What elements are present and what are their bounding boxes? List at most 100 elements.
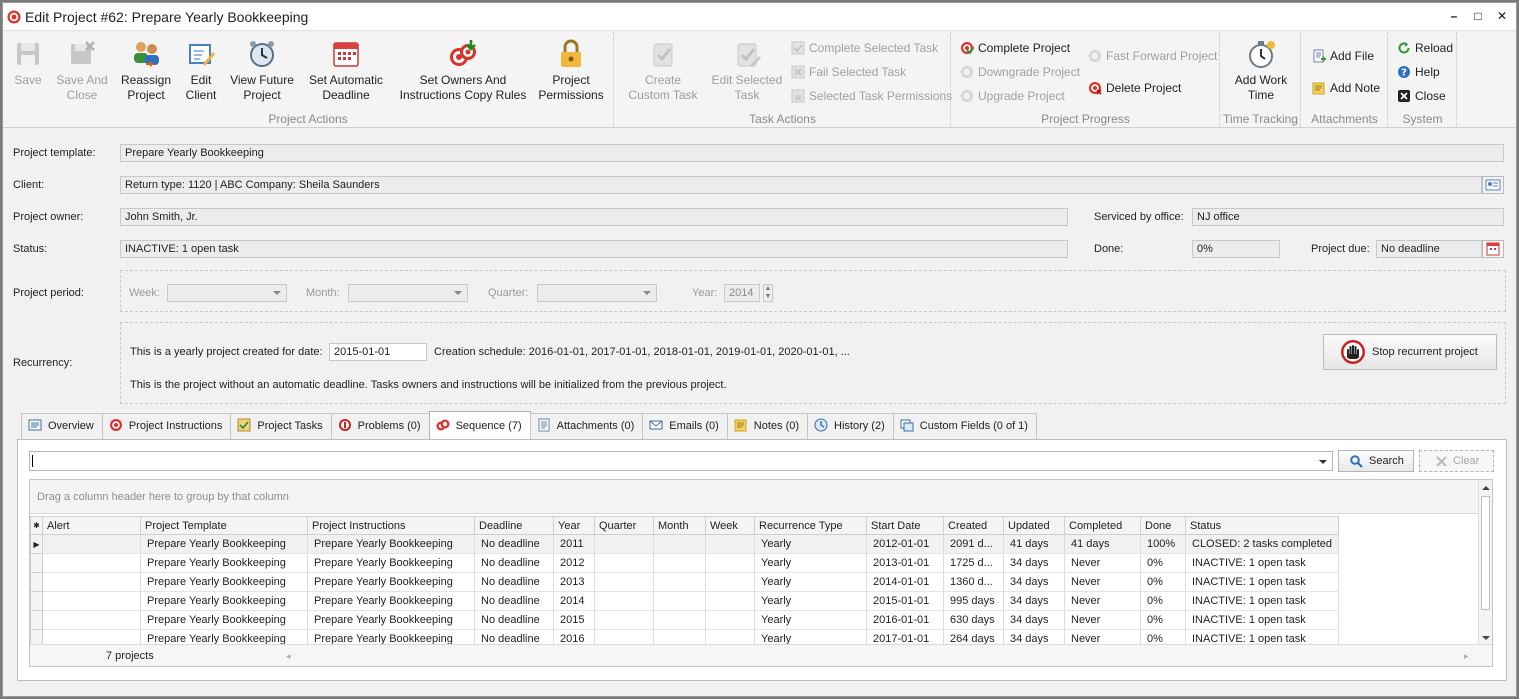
project-due-field[interactable]: No deadline bbox=[1376, 240, 1482, 258]
help-button[interactable]: ? Help bbox=[1397, 63, 1440, 81]
dropdown-arrow-icon[interactable] bbox=[1319, 460, 1327, 464]
tab-attachments[interactable]: Attachments (0) bbox=[529, 413, 644, 439]
scroll-down-arrow-icon[interactable] bbox=[1482, 636, 1490, 640]
clear-button[interactable]: Clear bbox=[1419, 450, 1494, 472]
column-header-alert[interactable]: Alert bbox=[42, 516, 141, 535]
cell-status: INACTIVE: 1 open task bbox=[1185, 553, 1340, 573]
project-template-field[interactable]: Prepare Yearly Bookkeeping bbox=[120, 144, 1504, 162]
column-header-year[interactable]: Year bbox=[553, 516, 595, 535]
column-header-recurrence-type[interactable]: Recurrence Type bbox=[754, 516, 867, 535]
grid-vertical-scrollbar[interactable] bbox=[1478, 480, 1492, 646]
cell-alert bbox=[42, 553, 141, 573]
delete-project-button[interactable]: Delete Project bbox=[1088, 79, 1181, 97]
scroll-left-arrow-icon[interactable]: ◂ bbox=[286, 645, 291, 666]
recurrency-date-field[interactable]: 2015-01-01 bbox=[329, 343, 427, 361]
add-file-button[interactable]: Add File bbox=[1312, 47, 1374, 65]
close-window-button[interactable]: ✕ bbox=[1496, 9, 1508, 23]
tab-project-instructions[interactable]: Project Instructions bbox=[101, 413, 232, 439]
add-work-time-button[interactable]: Add Work Time bbox=[1227, 38, 1295, 103]
tab-emails[interactable]: Emails (0) bbox=[642, 413, 728, 439]
task-actions-group: Create Custom Task Edit Selected Task Co… bbox=[615, 32, 952, 128]
reassign-project-button[interactable]: Reassign Project bbox=[117, 38, 175, 103]
cell-quarter bbox=[594, 553, 654, 573]
upgrade-project-button[interactable]: Upgrade Project bbox=[960, 87, 1065, 105]
column-header-completed[interactable]: Completed bbox=[1064, 516, 1141, 535]
close-button[interactable]: Close bbox=[1397, 87, 1446, 105]
column-header-status[interactable]: Status bbox=[1184, 516, 1340, 535]
column-header-project-template[interactable]: Project Template bbox=[140, 516, 308, 535]
row-indicator[interactable] bbox=[30, 591, 43, 611]
edit-selected-task-button[interactable]: Edit Selected Task bbox=[707, 38, 787, 103]
table-row[interactable]: Prepare Yearly Bookkeeping Prepare Yearl… bbox=[30, 610, 1340, 630]
month-select[interactable] bbox=[348, 284, 468, 302]
cell-updated: 41 days bbox=[1003, 534, 1065, 554]
project-permissions-button[interactable]: Project Permissions bbox=[535, 38, 607, 103]
selected-task-permissions-button[interactable]: Selected Task Permissions bbox=[791, 87, 952, 105]
column-header-quarter[interactable]: Quarter bbox=[594, 516, 654, 535]
save-and-close-button[interactable]: Save And Close bbox=[53, 38, 111, 103]
row-indicator[interactable] bbox=[30, 553, 43, 573]
tab-sequence[interactable]: Sequence (7) bbox=[428, 411, 531, 439]
column-header-month[interactable]: Month bbox=[653, 516, 706, 535]
serviced-by-office-field[interactable]: NJ office bbox=[1192, 208, 1504, 226]
target-icon bbox=[109, 419, 122, 431]
complete-project-button[interactable]: Complete Project bbox=[960, 39, 1070, 57]
tab-project-tasks[interactable]: Project Tasks bbox=[230, 413, 332, 439]
tab-history[interactable]: History (2) bbox=[807, 413, 894, 439]
project-owner-field[interactable]: John Smith, Jr. bbox=[120, 208, 1068, 226]
search-input[interactable] bbox=[29, 451, 1333, 471]
row-indicator[interactable] bbox=[30, 572, 43, 592]
column-header-updated[interactable]: Updated bbox=[1003, 516, 1065, 535]
group-by-panel[interactable]: Drag a column header here to group by th… bbox=[30, 480, 1492, 514]
stop-recurrent-project-button[interactable]: Stop recurrent project bbox=[1323, 334, 1497, 370]
add-note-button[interactable]: Add Note bbox=[1312, 79, 1380, 97]
tab-custom-fields[interactable]: Custom Fields (0 of 1) bbox=[892, 413, 1037, 439]
column-header-deadline[interactable]: Deadline bbox=[474, 516, 554, 535]
scroll-thumb[interactable] bbox=[1481, 496, 1490, 610]
create-custom-task-button[interactable]: Create Custom Task bbox=[623, 38, 703, 103]
column-header-project-instructions[interactable]: Project Instructions bbox=[307, 516, 475, 535]
edit-client-button[interactable]: Edit Client bbox=[179, 38, 223, 103]
set-owners-copy-rules-button[interactable]: Set Owners And Instructions Copy Rules bbox=[397, 38, 529, 103]
maximize-button[interactable]: □ bbox=[1472, 9, 1484, 23]
year-spinner[interactable]: ▲ ▼ bbox=[763, 284, 773, 302]
tab-overview[interactable]: Overview bbox=[21, 413, 103, 439]
table-row[interactable]: ▶ Prepare Yearly Bookkeeping Prepare Yea… bbox=[30, 534, 1340, 554]
downgrade-project-button[interactable]: Downgrade Project bbox=[960, 63, 1080, 81]
table-row[interactable]: Prepare Yearly Bookkeeping Prepare Yearl… bbox=[30, 553, 1340, 573]
quarter-select[interactable] bbox=[537, 284, 657, 302]
fail-selected-task-button[interactable]: Fail Selected Task bbox=[791, 63, 906, 81]
stopwatch-icon bbox=[1249, 41, 1275, 68]
fast-forward-project-button[interactable]: Fast Forward Project bbox=[1088, 47, 1217, 65]
target-complete-icon bbox=[961, 42, 974, 55]
status-label: Status: bbox=[13, 243, 48, 255]
column-header-start-date[interactable]: Start Date bbox=[866, 516, 944, 535]
cell-done: 0% bbox=[1140, 591, 1186, 611]
client-field[interactable]: Return type: 1120 | ABC Company: Sheila … bbox=[120, 176, 1482, 194]
row-indicator[interactable]: ▶ bbox=[30, 534, 43, 554]
client-card-button[interactable] bbox=[1482, 176, 1504, 194]
search-button[interactable]: Search bbox=[1338, 450, 1414, 472]
view-future-project-button[interactable]: View Future Project bbox=[227, 38, 297, 103]
cell-done: 0% bbox=[1140, 610, 1186, 630]
reload-button[interactable]: Reload bbox=[1397, 39, 1453, 57]
column-header-done[interactable]: Done bbox=[1140, 516, 1186, 535]
table-row[interactable]: Prepare Yearly Bookkeeping Prepare Yearl… bbox=[30, 572, 1340, 592]
scroll-up-arrow-icon[interactable] bbox=[1482, 486, 1490, 490]
row-indicator[interactable] bbox=[30, 610, 43, 630]
save-button[interactable]: Save bbox=[11, 38, 45, 88]
cell-created: 1360 d... bbox=[943, 572, 1004, 592]
set-automatic-deadline-button[interactable]: Set Automatic Deadline bbox=[305, 38, 387, 103]
year-field[interactable]: 2014 bbox=[724, 284, 760, 302]
complete-selected-task-button[interactable]: Complete Selected Task bbox=[791, 39, 938, 57]
tab-problems[interactable]: Problems (0) bbox=[330, 413, 430, 439]
minimize-button[interactable]: – bbox=[1448, 9, 1460, 23]
cell-year: 2015 bbox=[553, 610, 595, 630]
table-row[interactable]: Prepare Yearly Bookkeeping Prepare Yearl… bbox=[30, 591, 1340, 611]
column-header-created[interactable]: Created bbox=[943, 516, 1004, 535]
column-header-week[interactable]: Week bbox=[705, 516, 755, 535]
week-select[interactable] bbox=[167, 284, 287, 302]
scroll-right-arrow-icon[interactable]: ▸ bbox=[1464, 645, 1469, 666]
due-date-picker-button[interactable] bbox=[1482, 240, 1504, 258]
tab-notes[interactable]: Notes (0) bbox=[726, 413, 809, 439]
